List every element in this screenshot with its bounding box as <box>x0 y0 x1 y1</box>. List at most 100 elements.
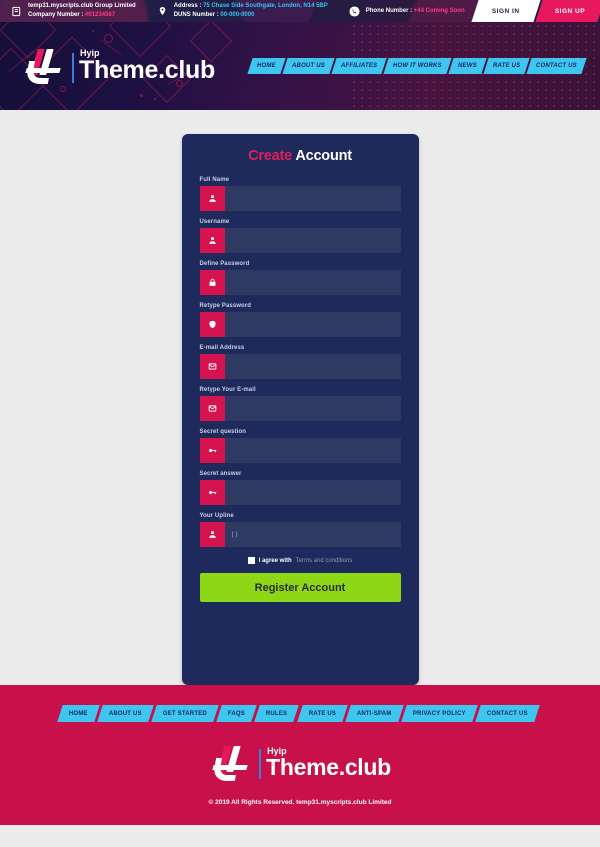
footer-nav-label: FAQS <box>228 710 246 717</box>
footer-logo-text: Hyip Theme.club <box>259 747 391 779</box>
field-secret-answer: Secret answer <box>199 471 401 505</box>
nav-label: AFFILIATES <box>341 63 378 69</box>
footer-nav-label: HOME <box>69 710 89 717</box>
envelope-icon <box>199 354 225 379</box>
terms-link[interactable]: Terms and conditions <box>296 558 353 564</box>
phone-icon <box>348 5 361 18</box>
retype-email-input[interactable] <box>224 396 401 421</box>
nav-item-home[interactable]: HOME <box>247 58 286 74</box>
topbar-address-info: Address : 75 Chase Side Southgate, Londo… <box>146 2 338 19</box>
lock-icon <box>199 270 225 295</box>
terms-checkbox[interactable] <box>247 557 255 564</box>
footer-nav-item-anti-spam[interactable]: ANTI-SPAM <box>345 705 404 722</box>
logo-divider <box>259 748 262 779</box>
field-label: E-mail Address <box>199 345 245 351</box>
nav-label: HOME <box>257 63 277 69</box>
company-name: temp31.myscripts.club Group Limited <box>28 3 136 10</box>
topbar-phone-info: Phone Number : +44 Coming Soon <box>338 5 475 18</box>
field-secret-question: Secret question <box>199 429 401 463</box>
retype-password-input[interactable] <box>224 312 401 337</box>
nav-label: HOW IT WORKS <box>393 63 442 69</box>
footer-nav-label: ABOUT US <box>109 710 143 717</box>
topbar-company-info: temp31.myscripts.club Group Limited Comp… <box>0 2 146 19</box>
envelope-icon <box>199 396 225 421</box>
footer-nav-item-rules[interactable]: RULES <box>254 705 300 722</box>
nav-item-how-it-works[interactable]: HOW IT WORKS <box>383 58 452 74</box>
footer-nav-label: PRIVACY POLICY <box>412 710 466 717</box>
sign-up-label: SIGN UP <box>554 7 585 15</box>
footer-nav-item-about-us[interactable]: ABOUT US <box>97 705 154 722</box>
footer-nav-item-get-started[interactable]: GET STARTED <box>151 705 220 722</box>
upline-input[interactable] <box>224 522 401 547</box>
full-name-input[interactable] <box>224 186 401 211</box>
username-input[interactable] <box>224 228 401 253</box>
sign-up-button[interactable]: SIGN UP <box>535 0 600 22</box>
field-label: Retype Your E-mail <box>199 387 256 393</box>
email-input[interactable] <box>224 354 401 379</box>
logo-title: Theme.club <box>79 56 215 85</box>
field-email-address: E-mail Address <box>199 345 401 379</box>
password-input[interactable] <box>224 270 401 295</box>
phone-label: Phone Number : <box>365 7 413 14</box>
nav-label: RATE US <box>492 63 521 69</box>
main-content: Create Account Full Name Username Define… <box>0 110 600 685</box>
logo-mark-icon <box>209 742 255 784</box>
address-label: Address : <box>173 3 202 10</box>
user-icon <box>199 522 225 547</box>
footer-nav-item-faqs[interactable]: FAQS <box>216 705 258 722</box>
terms-agreement: I agree with Terms and conditions <box>200 557 401 564</box>
footer-nav-label: RATE US <box>308 710 337 717</box>
sign-in-button[interactable]: SIGN IN <box>471 0 541 22</box>
sign-in-label: SIGN IN <box>491 7 520 15</box>
document-icon <box>10 5 23 18</box>
field-username: Username <box>199 219 401 253</box>
title-rest: Account <box>295 148 352 164</box>
location-pin-icon <box>156 5 169 18</box>
field-label: Full Name <box>199 177 230 183</box>
footer-nav-label: GET STARTED <box>163 710 208 717</box>
logo-title: Theme.club <box>266 754 391 781</box>
nav-item-contact-us[interactable]: CONTACT US <box>526 58 587 74</box>
footer-nav-item-privacy-policy[interactable]: PRIVACY POLICY <box>400 705 478 722</box>
footer-logo[interactable]: Hyip Theme.club <box>209 742 391 784</box>
address-value: 75 Chase Side Southgate, London, N14 5BP <box>203 3 328 10</box>
register-account-button[interactable]: Register Account <box>199 573 401 602</box>
field-label: Secret question <box>199 429 247 435</box>
secret-question-input[interactable] <box>224 438 401 463</box>
nav-item-about-us[interactable]: ABOUT US <box>282 58 335 74</box>
title-accent: Create <box>248 148 293 164</box>
footer-nav-item-contact-us[interactable]: CONTACT US <box>474 705 540 722</box>
secret-answer-input[interactable] <box>224 480 401 505</box>
footer-nav-item-home[interactable]: HOME <box>57 705 101 722</box>
nav-label: NEWS <box>458 63 477 69</box>
auth-buttons: SIGN IN SIGN UP <box>471 0 600 22</box>
footer-nav-label: RULES <box>266 710 288 717</box>
field-your-upline: Your Upline <box>199 513 401 547</box>
logo-divider <box>72 52 74 83</box>
key-icon <box>199 438 225 463</box>
footer-nav-label: CONTACT US <box>486 710 528 717</box>
logo-text: Hyip Theme.club <box>72 49 215 83</box>
nav-item-affiliates[interactable]: AFFILIATES <box>331 58 387 74</box>
field-label: Secret answer <box>199 471 242 477</box>
field-define-password: Define Password <box>199 261 401 295</box>
duns-label: DUNS Number : <box>173 12 219 18</box>
site-footer: HOME ABOUT US GET STARTED FAQS RULES RAT… <box>0 685 600 825</box>
terms-prefix: I agree with <box>258 557 292 564</box>
footer-nav-label: ANTI-SPAM <box>357 710 392 717</box>
nav-item-news[interactable]: NEWS <box>448 58 487 74</box>
shield-icon <box>199 312 225 337</box>
field-retype-email: Retype Your E-mail <box>199 387 401 421</box>
footer-nav-item-rate-us[interactable]: RATE US <box>297 705 348 722</box>
header-logo[interactable]: Hyip Theme.club <box>22 45 215 87</box>
key-icon <box>199 480 225 505</box>
duns-value: 00-000-0000 <box>220 12 255 18</box>
logo-mark-icon <box>22 45 68 87</box>
copyright-text: © 2019 All Rights Reserved. temp31.myscr… <box>208 799 392 806</box>
field-label: Retype Password <box>199 303 252 309</box>
company-number-label: Company Number : <box>28 12 84 18</box>
nav-item-rate-us[interactable]: RATE US <box>483 58 530 74</box>
main-navigation: HOME ABOUT US AFFILIATES HOW IT WORKS NE… <box>247 58 587 74</box>
phone-value: +44 Coming Soon <box>413 7 465 14</box>
field-label: Username <box>199 219 230 225</box>
